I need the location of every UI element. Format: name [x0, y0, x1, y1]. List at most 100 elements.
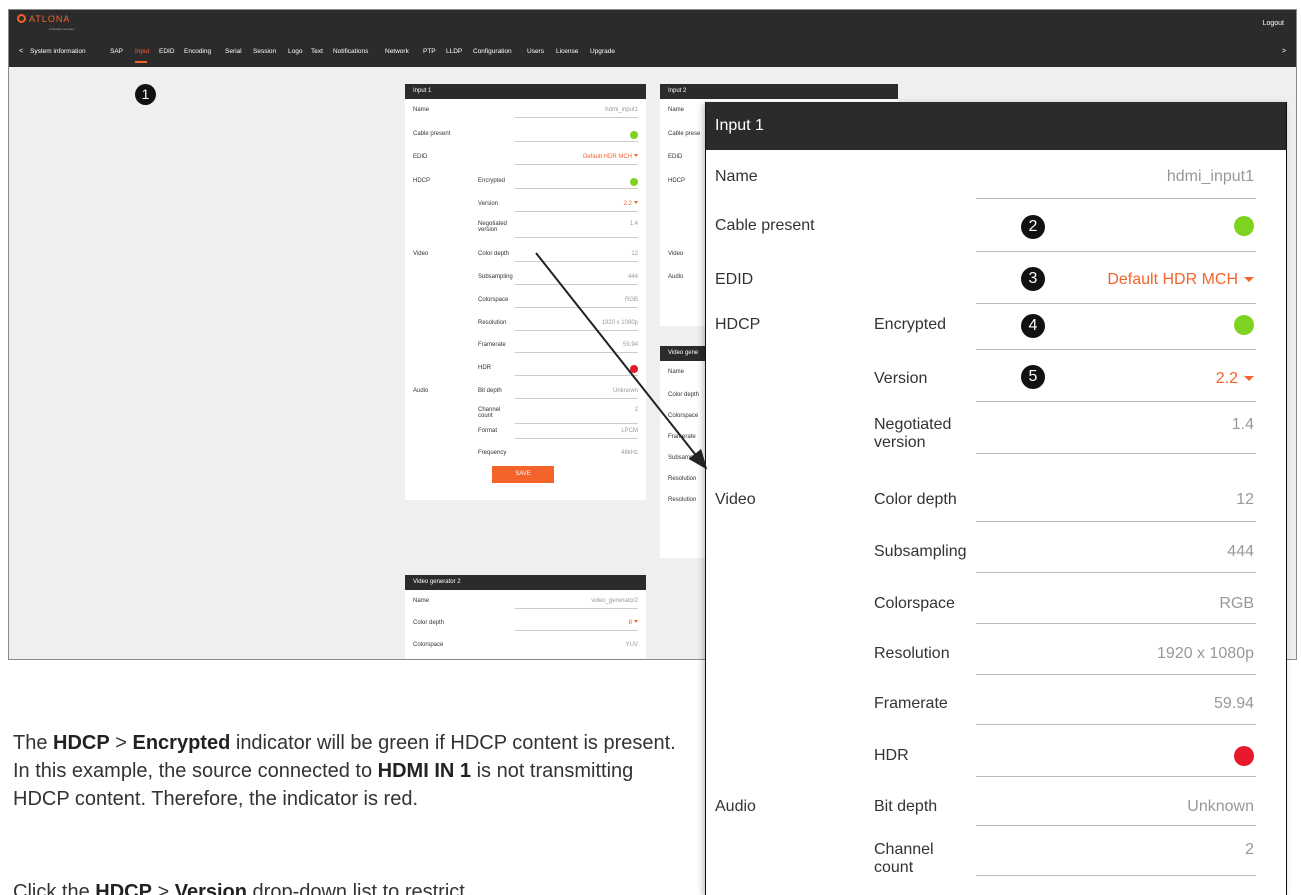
input1-card: Input 1 Name hdmi_input1 Cable present ED…: [405, 84, 646, 500]
value: 12: [1236, 491, 1254, 508]
text: >: [151, 881, 175, 895]
divider: [515, 188, 638, 189]
tab-input[interactable]: Input: [135, 48, 149, 55]
value: RGB: [1219, 595, 1254, 612]
chevron-down-icon: [1244, 277, 1254, 282]
input1-cable-row: Cable present: [405, 128, 646, 142]
input1-frequency-row: Frequency 48kHz: [405, 447, 646, 461]
sublabel: HDR: [874, 747, 909, 764]
label: Color depth: [413, 620, 445, 626]
divider: [976, 875, 1256, 876]
zoom-version-row: Version 2.2: [706, 364, 1286, 394]
text: drop-down list to restrict: [246, 881, 465, 895]
logout-link[interactable]: Logout: [1263, 20, 1284, 27]
tab-text[interactable]: Text: [311, 48, 323, 55]
label: Resolution: [668, 476, 697, 482]
zoom-cable-row: Cable present: [706, 211, 1286, 241]
divider: [976, 349, 1256, 350]
tab-sap[interactable]: SAP: [110, 48, 123, 55]
input1-format-row: Format LPCM: [405, 425, 646, 439]
tab-notifications[interactable]: Notifications: [333, 48, 368, 55]
label: EDID: [668, 154, 683, 160]
value: Unknown: [1187, 798, 1254, 815]
divider: [976, 521, 1256, 522]
tab-network[interactable]: Network: [385, 48, 409, 55]
label: EDID: [413, 154, 428, 160]
divider: [515, 211, 638, 212]
divider: [515, 608, 638, 609]
tab-encoding[interactable]: Encoding: [184, 48, 211, 55]
callout-marker-3: 3: [1021, 267, 1045, 291]
divider: [976, 776, 1256, 777]
value: 444: [627, 274, 638, 280]
value: 444: [1227, 543, 1254, 560]
input1-card-title: Input 1: [405, 84, 646, 99]
label: HDCP: [715, 316, 761, 333]
sublabel: Version: [478, 201, 499, 207]
chevron-down-icon: [634, 154, 638, 157]
label: Subsampling: [668, 455, 703, 461]
divider: [515, 352, 638, 353]
label: HDCP: [668, 178, 686, 184]
zoom-colordepth-row: Video Color depth 12: [706, 485, 1286, 515]
text-bold: HDMI IN 1: [377, 760, 472, 782]
cable-status-indicator: [1234, 216, 1254, 236]
label: Name: [413, 598, 430, 604]
callout-marker-4: 4: [1021, 314, 1045, 338]
nav-scroll-left-button[interactable]: <: [19, 48, 23, 55]
tab-ptp[interactable]: PTP: [423, 48, 436, 55]
value: 1920 x 1080p: [601, 320, 638, 326]
status: [630, 131, 638, 141]
callout-marker-1: 1: [135, 84, 156, 105]
value: 59.94: [1213, 695, 1254, 712]
videogen2-colorspace-row: Colorspace YUV: [405, 639, 646, 653]
divider: [976, 572, 1256, 573]
tab-lldp[interactable]: LLDP: [446, 48, 462, 55]
color-depth-dropdown[interactable]: 8: [629, 620, 638, 626]
sublabel: Colorspace: [874, 595, 955, 612]
tab-session[interactable]: Session: [253, 48, 276, 55]
value: hdmi_input1: [605, 107, 638, 113]
label: HDCP: [413, 178, 431, 184]
label: EDID: [715, 271, 754, 288]
edid-dropdown[interactable]: Default HDR MCH: [583, 154, 638, 160]
divider: [976, 724, 1256, 725]
zoom-framerate-row: Framerate 59.94: [706, 689, 1286, 719]
chevron-down-icon: [634, 620, 638, 623]
input1-framerate-row: Framerate 59.94: [405, 339, 646, 353]
tab-system-information[interactable]: System information: [30, 48, 86, 55]
version-dropdown[interactable]: 2.2: [1216, 370, 1254, 388]
tab-upgrade[interactable]: Upgrade: [590, 48, 615, 55]
nav-scroll-right-button[interactable]: >: [1282, 48, 1286, 55]
tab-logo[interactable]: Logo: [288, 48, 302, 55]
tab-configuration[interactable]: Configuration: [473, 48, 512, 55]
input1-channel-row: Channel count 2: [405, 404, 646, 424]
tab-serial[interactable]: Serial: [225, 48, 242, 55]
zoom-colorspace-row: Colorspace RGB: [706, 589, 1286, 619]
label: Cable present: [715, 217, 815, 234]
value: Unknown: [612, 388, 638, 394]
sublabel: Frequency: [478, 450, 507, 456]
hdcp-version-paragraph: Click the HDCP > Version drop-down list …: [13, 878, 693, 895]
tab-users[interactable]: Users: [527, 48, 544, 55]
value: LPCM: [621, 428, 638, 434]
text: Click the: [13, 881, 96, 895]
edid-dropdown[interactable]: Default HDR MCH: [1107, 271, 1254, 289]
label: Audio: [668, 274, 684, 280]
page: ATLONA a Panduit company Logout < System…: [0, 0, 1301, 895]
value: 12: [631, 251, 638, 257]
label: Video: [413, 251, 429, 257]
tab-edid[interactable]: EDID: [159, 48, 175, 55]
divider: [515, 237, 638, 238]
sublabel: HDR: [478, 365, 491, 371]
value: hdmi_input1: [1166, 168, 1254, 185]
logo-text: ATLONA: [29, 14, 71, 24]
divider: [515, 330, 638, 331]
videogen2-colordepth-row: Color depth 8: [405, 617, 646, 631]
save-button[interactable]: SAVE: [492, 466, 554, 483]
tab-license[interactable]: License: [556, 48, 578, 55]
version-dropdown[interactable]: 2.2: [624, 201, 638, 207]
sublabel: Colorspace: [478, 297, 509, 303]
text-bold: HDCP: [53, 732, 110, 754]
divider: [515, 630, 638, 631]
